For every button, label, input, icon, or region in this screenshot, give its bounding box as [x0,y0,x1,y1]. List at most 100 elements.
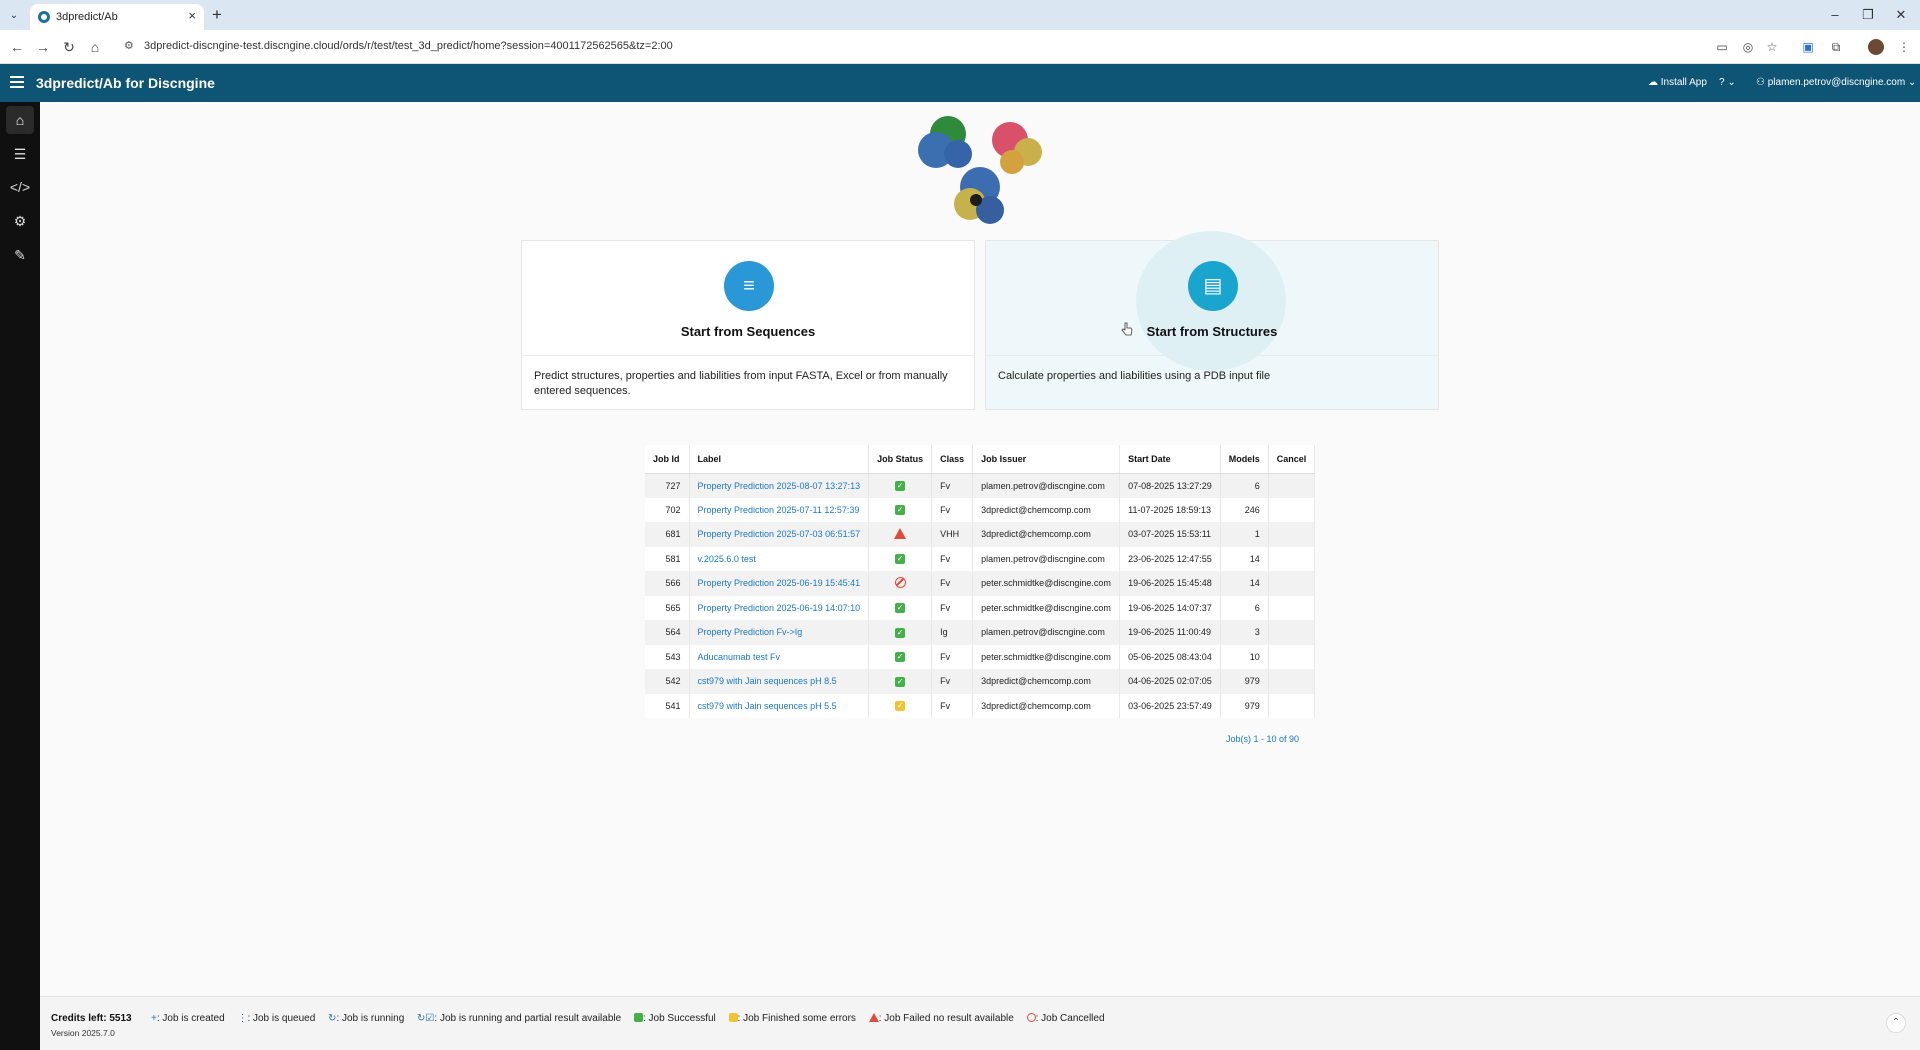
column-header[interactable]: Label [689,445,870,474]
table-row: 564 Property Prediction Fv->Ig ✓ Ig plamen.p… [645,620,1316,645]
job-label-link[interactable]: cst979 with Jain sequences pH 5.5 [698,701,837,711]
tab-search-icon[interactable]: ⌄ [6,8,22,24]
legend-queued: : Job is queued [247,1013,316,1024]
translate-icon[interactable]: ▣ [1799,38,1817,56]
site-info-icon[interactable]: ⚙ [124,39,134,52]
models-cell: 14 [1220,571,1269,596]
nav-admin-icon[interactable]: ✎ [6,241,34,269]
extensions-icon[interactable]: ⧉ [1827,38,1845,56]
column-header[interactable]: Job Id [645,445,690,474]
user-menu-button[interactable]: ⚇ plamen.petrov@discngine.com ⌄ [1756,77,1916,88]
job-label-link[interactable]: Property Prediction 2025-07-03 06:51:57 [698,529,861,539]
address-bar[interactable]: ⚙ 3dpredict-discngine-test.discngine.clo… [118,36,1678,58]
table-row: 566 Property Prediction 2025-06-19 15:45:… [645,571,1316,596]
app-header: 3dpredict/Ab for Discngine ☁ Install App… [0,64,1920,102]
footer: Credits left: 5513 Version 2025.7.0 +: J… [40,996,1920,1050]
tab-close-icon[interactable]: × [188,9,196,23]
list-icon: ≡ [724,261,774,311]
job-label-cell: Property Prediction 2025-06-19 14:07:10 [689,595,870,620]
browser-menu-icon[interactable]: ⋮ [1895,38,1913,56]
job-id-cell: 581 [645,546,690,571]
url-text[interactable]: 3dpredict-discngine-test.discngine.cloud… [144,40,673,52]
job-label-link[interactable]: Property Prediction 2025-06-19 14:07:10 [698,603,861,613]
cancel-cell [1268,497,1316,522]
job-label-link[interactable]: Property Prediction 2025-08-07 13:27:13 [698,481,861,491]
job-label-link[interactable]: Property Prediction 2025-06-19 15:45:41 [698,578,861,588]
column-header[interactable]: Cancel [1268,445,1316,474]
back-icon[interactable]: ← [8,38,26,56]
install-icon[interactable]: ▭ [1713,38,1731,56]
user-icon: ⚇ [1756,77,1768,88]
side-navigation: ⌂ ☰ </> ⚙ ✎ [0,102,40,1050]
legend-finished-errors: : Job Finished some errors [737,1013,856,1024]
install-app-label: Install App [1660,77,1707,88]
success-icon: ✓ [895,652,906,663]
app-version: Version 2025.7.0 [51,1028,115,1038]
job-label-link[interactable]: Aducanumab test Fv [698,652,781,662]
card-title: Start from Structures [1146,324,1278,339]
success-icon: ✓ [895,481,906,491]
job-status-cell: ✓ [868,620,933,645]
job-class-cell: Fv [931,546,974,571]
profile-avatar[interactable] [1868,39,1884,55]
install-app-button[interactable]: ☁ Install App [1648,77,1707,88]
column-header[interactable]: Models [1220,445,1269,474]
cancel-cell [1268,693,1316,718]
nav-code-icon[interactable]: </> [6,173,34,201]
job-label-link[interactable]: cst979 with Jain sequences pH 8.5 [698,676,837,686]
job-label-link[interactable]: Property Prediction 2025-07-11 12:57:39 [698,505,860,515]
column-header[interactable]: Job Issuer [972,445,1121,474]
legend-cancelled: : Job Cancelled [1035,1013,1105,1024]
forward-icon[interactable]: → [34,38,52,56]
eye-off-icon[interactable]: ◎ [1739,38,1757,56]
start-date-cell: 11-07-2025 18:59:13 [1119,497,1221,522]
window-close-icon[interactable]: ✕ [1886,4,1916,26]
favicon-icon [38,11,50,23]
user-name: plamen.petrov@discngine.com [1767,77,1906,88]
start-from-structures-card[interactable]: ▤ Start from Structures Calculate proper… [985,231,1439,410]
job-status-cell [868,571,933,596]
menu-toggle-icon[interactable] [10,76,24,88]
browser-tabstrip: ⌄ 3dpredict/Ab × + – ❐ ✕ [0,0,1920,30]
job-id-cell: 564 [645,620,690,645]
home-icon[interactable]: ⌂ [86,38,104,56]
bookmark-star-icon[interactable]: ☆ [1763,38,1781,56]
browser-tab[interactable]: 3dpredict/Ab × [30,4,204,30]
job-label-link[interactable]: v.2025.6.0 test [698,554,756,564]
column-header[interactable]: Start Date [1119,445,1221,474]
models-cell: 979 [1220,669,1269,694]
success-icon: ✓ [895,554,906,565]
failed-icon [894,527,907,539]
card-divider [522,355,974,356]
job-class-cell: Fv [931,571,974,596]
cancel-cell [1268,571,1316,596]
restore-icon[interactable]: ❐ [1853,4,1883,26]
credits-left: Credits left: 5513 [51,1013,132,1024]
start-from-sequences-card[interactable]: ≡ Start from Sequences Predict structure… [521,240,975,410]
job-label-link[interactable]: Property Prediction Fv->Ig [698,627,803,637]
minimize-icon[interactable]: – [1820,4,1850,26]
start-date-cell: 19-06-2025 11:00:49 [1119,620,1221,645]
column-header[interactable]: Job Status [868,445,933,474]
help-menu-button[interactable]: ? ⌄ [1719,77,1736,88]
new-tab-icon[interactable]: + [212,5,222,25]
column-header[interactable]: Class [931,445,974,474]
chevron-down-icon: ⌄ [1724,77,1736,88]
job-id-cell: 542 [645,669,690,694]
job-status-cell: ✓ [868,669,933,694]
nav-jobs-icon[interactable]: ☰ [6,140,34,168]
job-class-cell: Fv [931,669,974,694]
cancel-cell [1268,669,1316,694]
nav-settings-icon[interactable]: ⚙ [6,207,34,235]
job-issuer-cell: 3dpredict@chemcomp.com [972,497,1121,522]
legend-successful: : Job Successful [642,1013,716,1024]
reload-icon[interactable]: ↻ [60,38,78,56]
job-label-cell: Property Prediction Fv->Ig [689,620,870,645]
jobs-table: Job Id Label Job Status Class Job Issuer… [645,445,1316,718]
app-title[interactable]: 3dpredict/Ab for Discngine [36,75,215,91]
start-date-cell: 05-06-2025 08:43:04 [1119,644,1221,669]
job-status-cell: ✓ [868,546,933,571]
scroll-to-top-icon[interactable]: ⌃ [1886,1013,1906,1033]
nav-home-icon[interactable]: ⌂ [6,106,34,134]
job-status-cell: ✓ [868,595,933,620]
